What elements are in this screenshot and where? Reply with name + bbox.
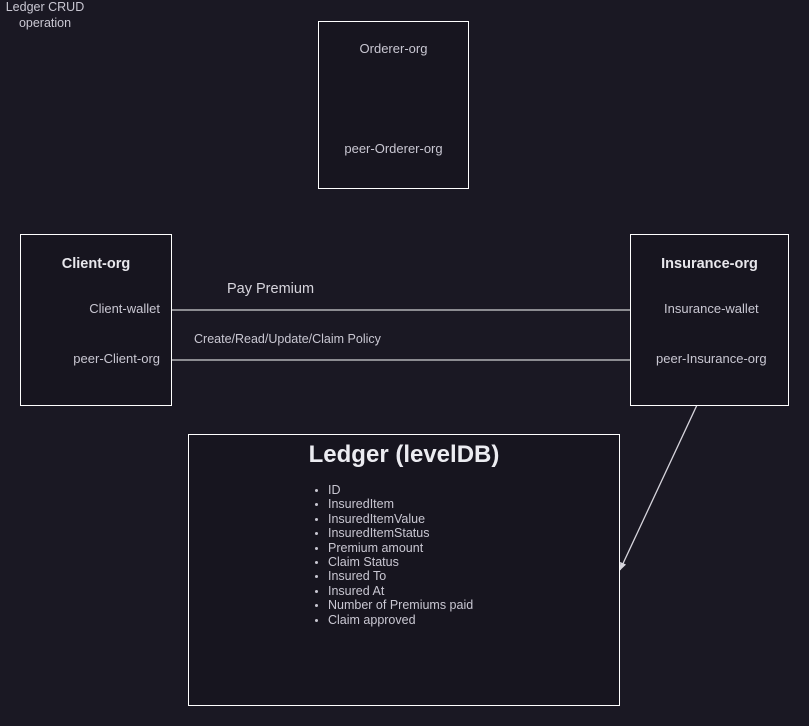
- ledger-field-list: IDInsuredItemInsuredItemValueInsuredItem…: [312, 483, 473, 627]
- insurance-org-title: Insurance-org: [661, 256, 758, 272]
- ledger-field-item: Insured To: [328, 569, 473, 583]
- insurance-wallet-label: Insurance-wallet: [664, 301, 759, 316]
- edge-label-policy-ops: Create/Read/Update/Claim Policy: [194, 332, 381, 346]
- ledger-field-item: InsuredItemValue: [328, 512, 473, 526]
- ledger-field-item: Insured At: [328, 584, 473, 598]
- ledger-field-item: Claim approved: [328, 613, 473, 627]
- orderer-org-title: Orderer-org: [359, 41, 428, 56]
- diagram-canvas: Orderer-org peer-Orderer-org Client-org …: [0, 0, 809, 726]
- edge-label-ledger-crud: Ledger CRUD operation: [5, 0, 85, 30]
- ledger-title: Ledger (levelDB): [308, 441, 500, 468]
- orderer-org-peer-label: peer-Orderer-org: [344, 141, 443, 156]
- client-org-peer-label: peer-Client-org: [73, 351, 160, 366]
- client-wallet-label: Client-wallet: [89, 301, 160, 316]
- client-org-title: Client-org: [61, 256, 131, 272]
- ledger-field-item: Claim Status: [328, 555, 473, 569]
- ledger-field-item: ID: [328, 483, 473, 497]
- ledger-field-item: Number of Premiums paid: [328, 598, 473, 612]
- ledger-field-item: InsuredItem: [328, 497, 473, 511]
- ledger-field-item: InsuredItemStatus: [328, 526, 473, 540]
- insurance-org-peer-label: peer-Insurance-org: [656, 351, 767, 366]
- ledger-field-item: Premium amount: [328, 541, 473, 555]
- edge-label-pay-premium: Pay Premium: [227, 281, 315, 297]
